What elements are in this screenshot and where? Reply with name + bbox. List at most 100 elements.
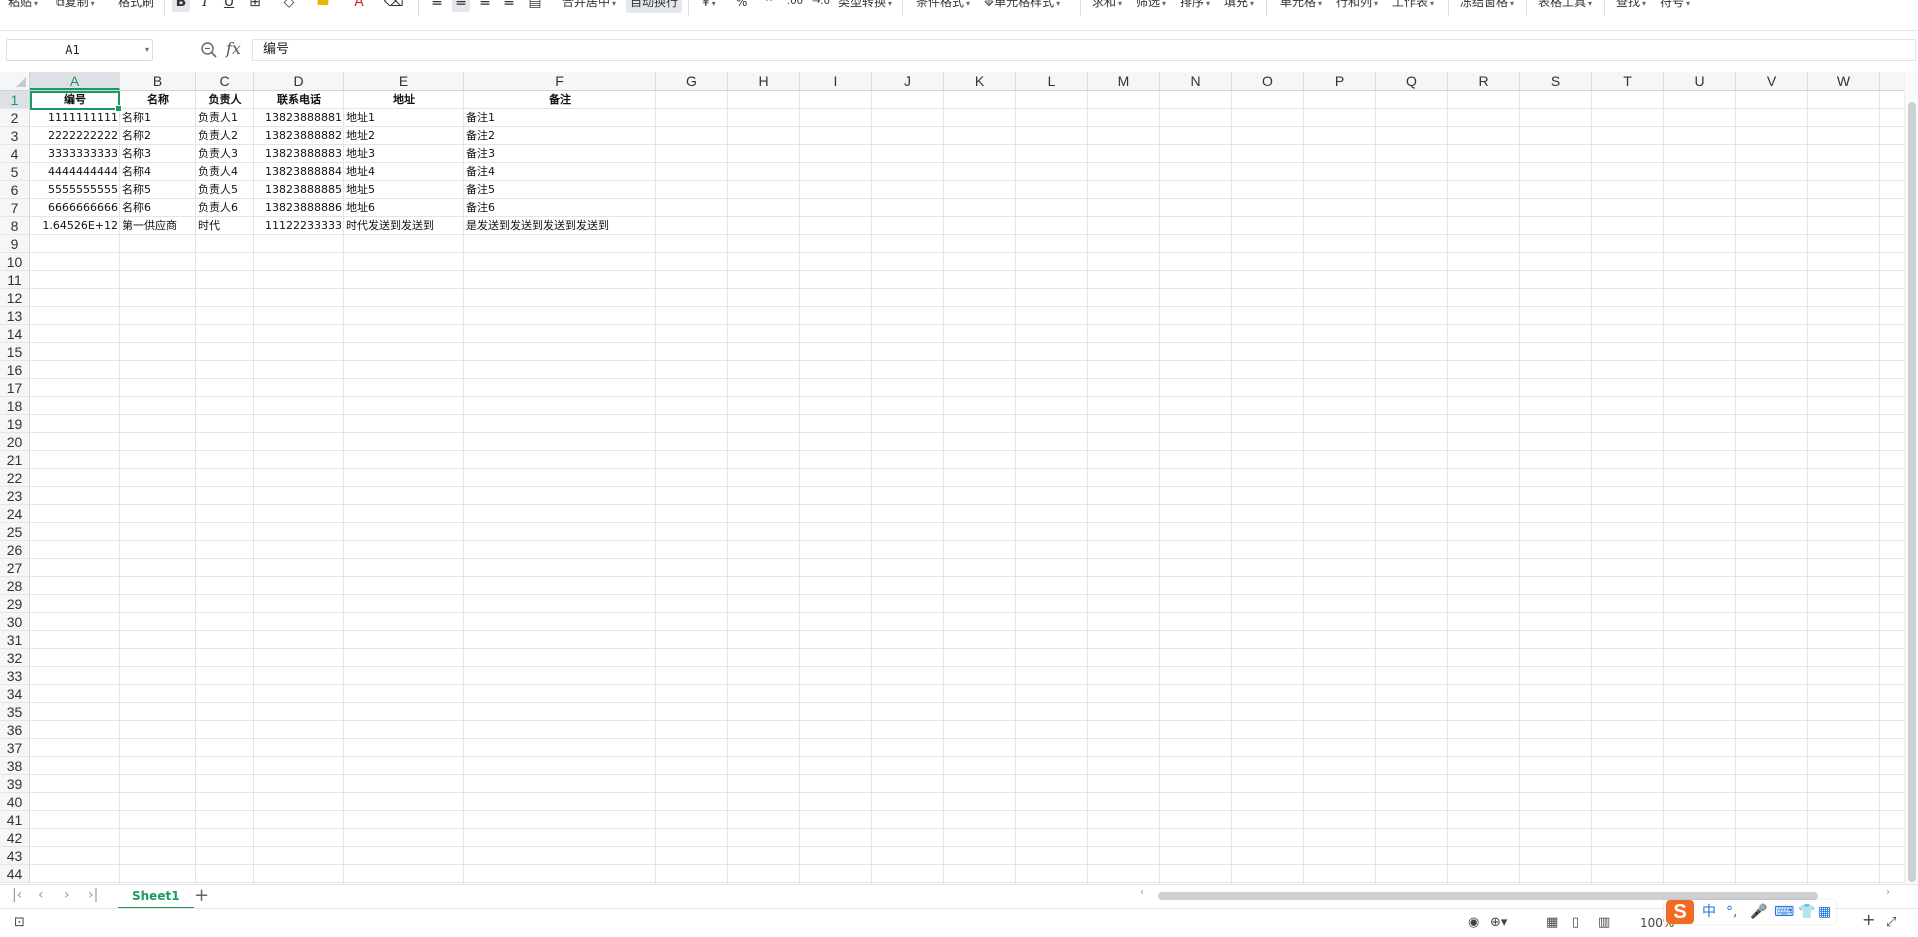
skin-icon[interactable]: 👕: [1798, 902, 1815, 922]
chevron-down-icon[interactable]: ▾: [145, 40, 149, 60]
row-header-25[interactable]: 25: [0, 523, 30, 541]
first-sheet-icon[interactable]: |‹: [12, 887, 22, 903]
punctuation-icon[interactable]: °,: [1726, 902, 1737, 922]
cell-a3[interactable]: 2222222222: [30, 127, 120, 145]
row-header-13[interactable]: 13: [0, 307, 30, 325]
page-break-icon[interactable]: ▥: [1598, 914, 1610, 932]
cell-d6[interactable]: 13823888885: [254, 181, 344, 199]
cell-c2[interactable]: 负责人1: [196, 109, 254, 127]
row-header-22[interactable]: 22: [0, 469, 30, 487]
cell-c8[interactable]: 时代: [196, 217, 254, 235]
cell-a6[interactable]: 5555555555: [30, 181, 120, 199]
fill-button[interactable]: 填充 ▾: [1224, 0, 1254, 13]
sum-button[interactable]: 求和 ▾: [1092, 0, 1122, 13]
sheet-tab-sheet1[interactable]: Sheet1: [118, 885, 194, 909]
cell-area[interactable]: 编号 名称 负责人 联系电话 地址 备注 1111111111 名称1 负责人1 13823888…: [30, 91, 1904, 884]
conditional-format-button[interactable]: 条件格式 ▾: [916, 0, 970, 13]
column-header-s[interactable]: S: [1520, 72, 1592, 90]
fullscreen-icon[interactable]: ⤢: [1886, 914, 1896, 932]
normal-view-icon[interactable]: ▦: [1546, 914, 1558, 932]
column-header-t[interactable]: T: [1592, 72, 1664, 90]
highlight-icon[interactable]: ▬: [314, 0, 332, 12]
row-header-11[interactable]: 11: [0, 271, 30, 289]
cell-c4[interactable]: 负责人3: [196, 145, 254, 163]
row-header-12[interactable]: 12: [0, 289, 30, 307]
cell-e6[interactable]: 地址5: [344, 181, 464, 199]
active-cell-selection[interactable]: [30, 91, 122, 112]
cell-e3[interactable]: 地址2: [344, 127, 464, 145]
sort-button[interactable]: 排序 ▾: [1180, 0, 1210, 13]
cell-e2[interactable]: 地址1: [344, 109, 464, 127]
cell-f6[interactable]: 备注5: [464, 181, 656, 199]
distribute-icon[interactable]: ▤: [526, 0, 544, 12]
cell-button[interactable]: 单元格 ▾: [1280, 0, 1322, 13]
symbol-button[interactable]: 符号 ▾: [1660, 0, 1690, 13]
cell-b1[interactable]: 名称: [120, 91, 196, 109]
column-header-g[interactable]: G: [656, 72, 728, 90]
column-header-o[interactable]: O: [1232, 72, 1304, 90]
cell-d8[interactable]: 11122233333: [254, 217, 344, 235]
cell-d2[interactable]: 13823888881: [254, 109, 344, 127]
cell-d5[interactable]: 13823888884: [254, 163, 344, 181]
cell-f4[interactable]: 备注3: [464, 145, 656, 163]
eye-protection-icon[interactable]: ◉: [1468, 914, 1479, 932]
row-header-18[interactable]: 18: [0, 397, 30, 415]
row-header-36[interactable]: 36: [0, 721, 30, 739]
row-header-7[interactable]: 7: [0, 199, 30, 217]
cell-f3[interactable]: 备注2: [464, 127, 656, 145]
filter-button[interactable]: 筛选 ▾: [1136, 0, 1166, 13]
row-header-15[interactable]: 15: [0, 343, 30, 361]
row-header-32[interactable]: 32: [0, 649, 30, 667]
next-sheet-icon[interactable]: ›: [64, 887, 70, 903]
row-header-2[interactable]: 2: [0, 109, 30, 127]
cell-f7[interactable]: 备注6: [464, 199, 656, 217]
column-header-j[interactable]: J: [872, 72, 944, 90]
ime-mode-label[interactable]: 中: [1702, 902, 1716, 922]
italic-icon[interactable]: I: [196, 0, 214, 12]
row-header-19[interactable]: 19: [0, 415, 30, 433]
vertical-scrollbar[interactable]: [1904, 72, 1918, 884]
type-convert-button[interactable]: 类型转换 ▾: [838, 0, 892, 13]
add-sheet-icon[interactable]: +: [194, 885, 209, 907]
row-header-43[interactable]: 43: [0, 847, 30, 865]
scroll-right-icon[interactable]: ›: [1886, 887, 1890, 898]
cell-b7[interactable]: 名称6: [120, 199, 196, 217]
column-header-e[interactable]: E: [344, 72, 464, 90]
cell-a5[interactable]: 4444444444: [30, 163, 120, 181]
fill-color-icon[interactable]: ◇: [280, 0, 298, 12]
cell-c3[interactable]: 负责人2: [196, 127, 254, 145]
row-header-23[interactable]: 23: [0, 487, 30, 505]
underline-icon[interactable]: U: [220, 0, 238, 12]
row-header-37[interactable]: 37: [0, 739, 30, 757]
row-header-3[interactable]: 3: [0, 127, 30, 145]
justify-icon[interactable]: ≡: [500, 0, 518, 12]
cell-d1[interactable]: 联系电话: [254, 91, 344, 109]
cell-a4[interactable]: 3333333333: [30, 145, 120, 163]
last-sheet-icon[interactable]: ›|: [88, 887, 98, 903]
row-header-14[interactable]: 14: [0, 325, 30, 343]
vertical-scroll-thumb[interactable]: [1908, 102, 1916, 882]
row-header-44[interactable]: 44: [0, 865, 30, 883]
column-header-d[interactable]: D: [254, 72, 344, 90]
column-header-m[interactable]: M: [1088, 72, 1160, 90]
cell-c1[interactable]: 负责人: [196, 91, 254, 109]
row-header-4[interactable]: 4: [0, 145, 30, 163]
row-header-9[interactable]: 9: [0, 235, 30, 253]
column-header-f[interactable]: F: [464, 72, 656, 90]
format-painter-button[interactable]: 格式刷: [118, 0, 154, 13]
cell-c7[interactable]: 负责人6: [196, 199, 254, 217]
zoom-icon[interactable]: [200, 41, 218, 59]
thousands-icon[interactable]: ⁰⁰: [760, 0, 778, 12]
column-header-n[interactable]: N: [1160, 72, 1232, 90]
row-header-29[interactable]: 29: [0, 595, 30, 613]
wrap-text-button[interactable]: 自动换行: [626, 0, 683, 13]
cell-b4[interactable]: 名称3: [120, 145, 196, 163]
row-header-30[interactable]: 30: [0, 613, 30, 631]
cell-style-button[interactable]: ⟱单元格样式 ▾: [984, 0, 1060, 13]
align-left-icon[interactable]: ≡: [428, 0, 446, 12]
cell-b8[interactable]: 第一供应商: [120, 217, 196, 235]
row-header-35[interactable]: 35: [0, 703, 30, 721]
cell-b3[interactable]: 名称2: [120, 127, 196, 145]
row-col-button[interactable]: 行和列 ▾: [1336, 0, 1378, 13]
border-icon[interactable]: ⊞: [246, 0, 264, 12]
